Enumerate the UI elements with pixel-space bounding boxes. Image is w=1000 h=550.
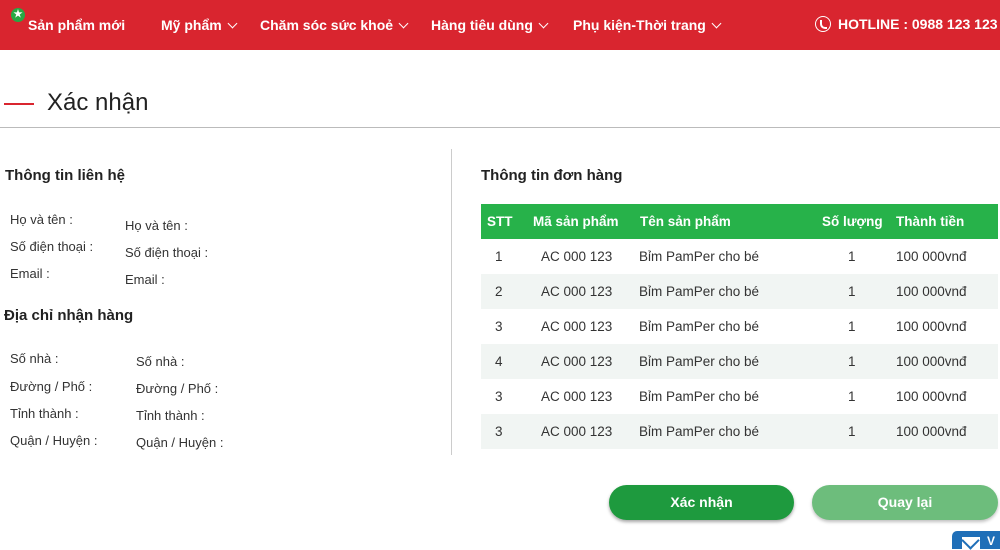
cell-product-code: AC 000 123 xyxy=(541,354,613,369)
table-row: 4 AC 000 123 Bỉm PamPer cho bé 1 100 000… xyxy=(481,344,998,379)
table-row: 1 AC 000 123 Bỉm PamPer cho bé 1 100 000… xyxy=(481,239,998,274)
phone-value: Số điện thoại : xyxy=(125,245,209,260)
hotline[interactable]: HOTLINE : 0988 123 123 xyxy=(815,16,998,32)
table-row: 2 AC 000 123 Bỉm PamPer cho bé 1 100 000… xyxy=(481,274,998,309)
top-nav: ★ Sản phẩm mới Mỹ phẩm Chăm sóc sức khoẻ… xyxy=(0,0,1000,50)
nav-health-care[interactable]: Chăm sóc sức khoẻ xyxy=(260,17,409,33)
phone-icon xyxy=(815,16,831,32)
table-row: 3 AC 000 123 Bỉm PamPer cho bé 1 100 000… xyxy=(481,414,998,449)
nav-consumer-goods[interactable]: Hàng tiêu dùng xyxy=(431,17,549,33)
cell-total: 100 000vnđ xyxy=(896,319,967,334)
title-accent-line xyxy=(4,103,34,105)
email-label: Email : xyxy=(10,266,50,281)
confirm-button[interactable]: Xác nhận xyxy=(609,485,794,520)
phone-label: Số điện thoại : xyxy=(10,239,94,254)
name-label: Họ và tên : xyxy=(10,212,73,227)
chevron-down-icon xyxy=(398,18,409,28)
email-value: Email : xyxy=(125,272,165,287)
chevron-down-icon xyxy=(538,18,549,28)
table-header: STT Mã sản phẩm Tên sản phẩm Số lượng Th… xyxy=(481,204,998,239)
cell-product-code: AC 000 123 xyxy=(541,249,613,264)
order-heading: Thông tin đơn hàng xyxy=(481,167,623,184)
cell-quantity: 1 xyxy=(848,319,856,334)
cell-total: 100 000vnđ xyxy=(896,389,967,404)
province-label: Tỉnh thành : xyxy=(10,406,79,421)
cell-product-name: Bỉm PamPer cho bé xyxy=(639,354,760,369)
house-number-value: Số nhà : xyxy=(136,354,185,369)
chevron-down-icon xyxy=(711,18,722,28)
cell-product-name: Bỉm PamPer cho bé xyxy=(639,389,760,404)
column-header-stt: STT xyxy=(487,214,513,229)
page-title: Xác nhận xyxy=(47,89,149,116)
cell-stt: 1 xyxy=(495,249,503,264)
table-row: 3 AC 000 123 Bỉm PamPer cho bé 1 100 000… xyxy=(481,379,998,414)
cell-total: 100 000vnđ xyxy=(896,424,967,439)
cell-total: 100 000vnđ xyxy=(896,284,967,299)
cell-quantity: 1 xyxy=(848,424,856,439)
nav-accessories-fashion-label: Phụ kiện-Thời trang xyxy=(573,17,706,33)
divider xyxy=(0,127,1000,128)
back-button[interactable]: Quay lại xyxy=(812,485,998,520)
cell-product-code: AC 000 123 xyxy=(541,389,613,404)
cell-stt: 2 xyxy=(495,284,503,299)
nav-cosmetics-label: Mỹ phẩm xyxy=(161,17,222,33)
province-value: Tỉnh thành : xyxy=(136,408,205,423)
order-table: STT Mã sản phẩm Tên sản phẩm Số lượng Th… xyxy=(481,204,998,449)
mail-icon xyxy=(962,537,980,549)
column-header-product-code: Mã sản phẩm xyxy=(533,214,619,229)
nav-cosmetics[interactable]: Mỹ phẩm xyxy=(161,17,238,33)
column-header-quantity: Số lượng xyxy=(822,214,883,229)
cell-total: 100 000vnđ xyxy=(896,354,967,369)
column-header-product-name: Tên sản phẩm xyxy=(640,214,731,229)
hotline-label: HOTLINE : 0988 123 123 xyxy=(838,16,998,32)
cell-quantity: 1 xyxy=(848,389,856,404)
nav-consumer-goods-label: Hàng tiêu dùng xyxy=(431,17,533,33)
cell-quantity: 1 xyxy=(848,354,856,369)
nav-health-care-label: Chăm sóc sức khoẻ xyxy=(260,17,394,33)
cell-quantity: 1 xyxy=(848,249,856,264)
name-value: Họ và tên : xyxy=(125,218,188,233)
house-number-label: Số nhà : xyxy=(10,351,59,366)
chat-label: V xyxy=(987,534,996,548)
cell-stt: 3 xyxy=(495,424,503,439)
contact-heading: Thông tin liên hệ xyxy=(5,167,125,184)
street-label: Đường / Phố : xyxy=(10,379,93,394)
cell-product-name: Bỉm PamPer cho bé xyxy=(639,424,760,439)
nav-new-products-label: Sản phẩm mới xyxy=(28,17,126,33)
nav-new-products[interactable]: Sản phẩm mới xyxy=(28,17,125,33)
cell-total: 100 000vnđ xyxy=(896,249,967,264)
column-header-total: Thành tiền xyxy=(896,214,965,229)
star-icon: ★ xyxy=(11,8,25,22)
district-value: Quận / Huyện : xyxy=(136,435,224,450)
cell-product-code: AC 000 123 xyxy=(541,424,613,439)
address-heading: Địa chỉ nhận hàng xyxy=(4,307,134,324)
cell-stt: 3 xyxy=(495,319,503,334)
cell-stt: 3 xyxy=(495,389,503,404)
cell-product-name: Bỉm PamPer cho bé xyxy=(639,284,760,299)
street-value: Đường / Phố : xyxy=(136,381,219,396)
cell-product-code: AC 000 123 xyxy=(541,319,613,334)
chevron-down-icon xyxy=(227,18,238,28)
cell-product-name: Bỉm PamPer cho bé xyxy=(639,249,760,264)
chat-widget[interactable]: V xyxy=(952,531,1000,549)
nav-accessories-fashion[interactable]: Phụ kiện-Thời trang xyxy=(573,17,722,33)
cell-product-code: AC 000 123 xyxy=(541,284,613,299)
district-label: Quận / Huyện : xyxy=(10,433,98,448)
cell-quantity: 1 xyxy=(848,284,856,299)
cell-stt: 4 xyxy=(495,354,503,369)
column-divider xyxy=(451,149,452,455)
cell-product-name: Bỉm PamPer cho bé xyxy=(639,319,760,334)
table-row: 3 AC 000 123 Bỉm PamPer cho bé 1 100 000… xyxy=(481,309,998,344)
